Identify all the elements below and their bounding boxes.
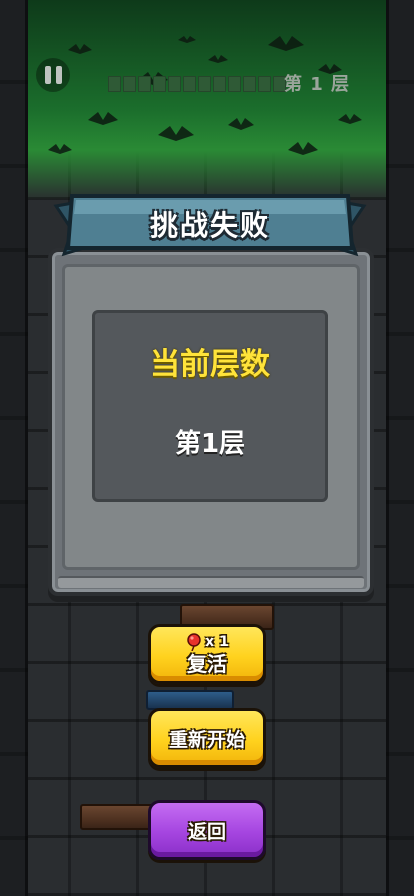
progress-segment: [153, 76, 166, 92]
progress-segment: [123, 76, 136, 92]
right-wall: [386, 0, 414, 896]
dialog-title: 挑战失败: [149, 209, 270, 242]
revive-label: 复活: [187, 652, 227, 676]
progress-segment: [228, 76, 241, 92]
floor-info-panel: 当前层数 第1层: [92, 310, 328, 502]
progress-segment: [213, 76, 226, 92]
dialog-base: [58, 576, 364, 588]
fail-dialog: 当前层数 第1层: [48, 248, 374, 596]
progress-segment: [108, 76, 121, 92]
floor-progress-bar: [108, 76, 286, 92]
bat-swarm: [48, 36, 362, 155]
revive-button[interactable]: x 1 复活: [148, 624, 266, 684]
current-floor-value: 第1层: [174, 429, 246, 459]
heart-balloon-icon: [187, 633, 201, 651]
pause-icon: [44, 66, 51, 84]
progress-segment: [138, 76, 151, 92]
title-ribbon: 挑战失败: [50, 188, 370, 268]
progress-segment: [243, 76, 256, 92]
progress-segment: [183, 76, 196, 92]
back-button[interactable]: 返回: [148, 800, 266, 860]
wood-platform: [80, 804, 154, 830]
progress-segment: [258, 76, 271, 92]
revive-count: x 1: [205, 634, 229, 650]
ice-platform: [146, 690, 234, 710]
restart-button[interactable]: 重新开始: [148, 708, 266, 768]
left-wall: [0, 0, 28, 896]
current-floor-heading: 当前层数: [150, 347, 270, 382]
hud-floor-label: 第 1 层: [284, 74, 351, 95]
progress-segment: [168, 76, 181, 92]
restart-label: 重新开始: [168, 728, 245, 751]
progress-segment: [198, 76, 211, 92]
back-label: 返回: [187, 820, 226, 843]
pause-button[interactable]: [36, 58, 70, 92]
